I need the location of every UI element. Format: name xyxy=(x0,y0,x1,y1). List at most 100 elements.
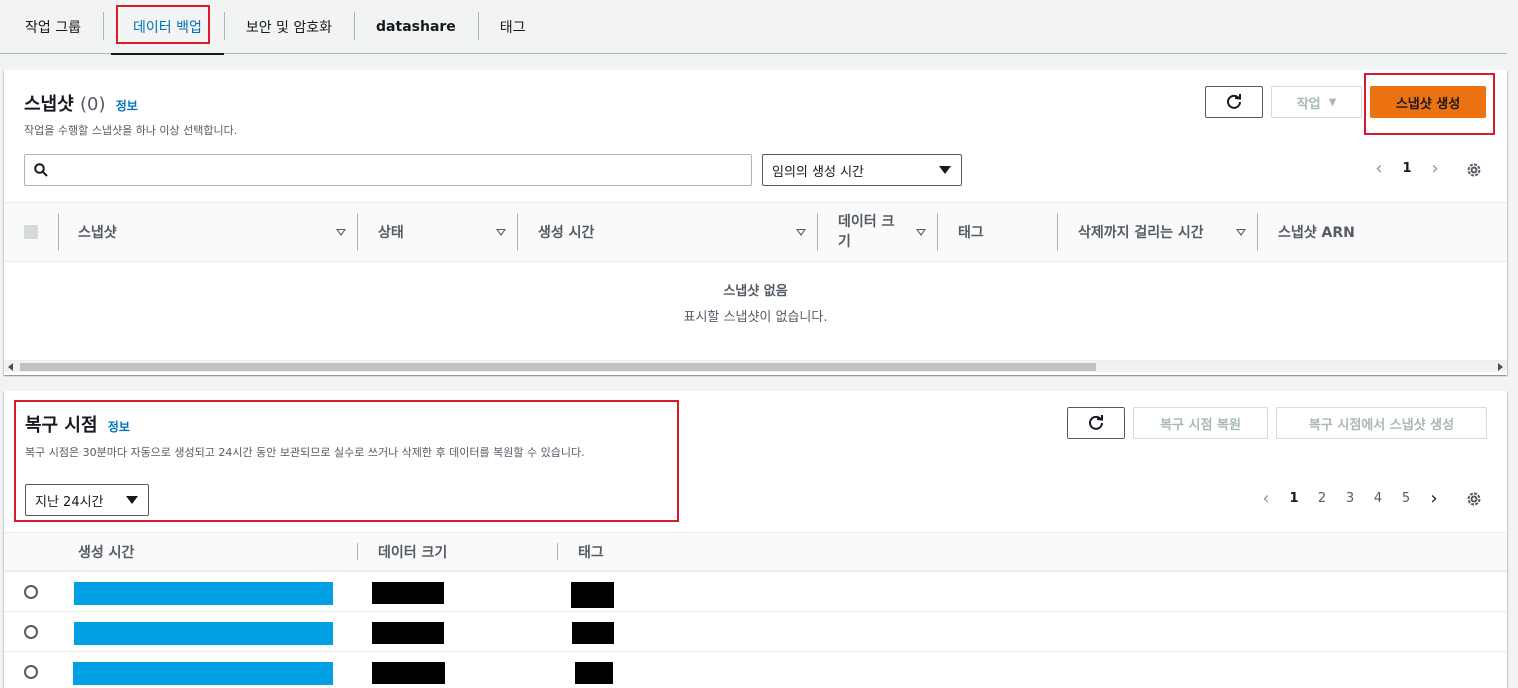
column-label: 스냅샷 xyxy=(78,225,117,241)
settings-gear-icon[interactable] xyxy=(1465,490,1483,508)
refresh-button[interactable] xyxy=(1205,86,1263,118)
scroll-right-icon[interactable] xyxy=(1498,363,1503,371)
column-tags: 태그 xyxy=(578,533,758,570)
redacted-creation-time xyxy=(73,662,333,685)
recovery-points-title: 복구 시점 정보 xyxy=(25,411,130,437)
select-value: 임의의 생성 시간 xyxy=(772,164,864,180)
page-number[interactable]: 1 xyxy=(1280,491,1308,506)
dropdown-arrow-icon xyxy=(126,496,138,504)
actions-label: 작업 xyxy=(1296,96,1321,112)
column-label: 데이터 크기 xyxy=(838,214,895,250)
settings-gear-icon[interactable] xyxy=(1465,161,1483,179)
snapshot-search-input[interactable] xyxy=(25,155,751,185)
empty-state-title: 스냅샷 없음 xyxy=(723,284,788,299)
column-time-to-deletion[interactable]: 삭제까지 걸리는 시간 xyxy=(1078,203,1258,261)
redacted-data-size xyxy=(372,582,444,604)
column-divider xyxy=(58,213,59,251)
table-row[interactable] xyxy=(4,651,1507,688)
snapshots-title: 스냅샷 (0) 정보 xyxy=(24,90,138,116)
column-status[interactable]: 상태 xyxy=(378,203,518,261)
tab-workgroups[interactable]: 작업 그룹 xyxy=(0,0,103,54)
column-label: 상태 xyxy=(378,225,404,241)
time-range-select[interactable]: 지난 24시간 xyxy=(25,484,149,516)
sort-icon xyxy=(1236,228,1246,236)
snapshot-count: (0) xyxy=(79,94,106,115)
empty-state-description: 표시할 스냅샷이 없습니다. xyxy=(683,310,828,325)
column-divider xyxy=(937,213,938,251)
column-label: 태그 xyxy=(578,544,604,561)
tab-security-encryption[interactable]: 보안 및 암호화 xyxy=(223,0,354,54)
recovery-points-panel: 복구 시점 정보 복구 시점은 30분마다 자동으로 생성되고 24시간 동안 … xyxy=(4,391,1507,688)
tab-tags[interactable]: 태그 xyxy=(477,0,548,54)
panel-title-text: 스냅샷 xyxy=(24,94,74,115)
column-divider xyxy=(357,213,358,251)
row-radio-button[interactable] xyxy=(24,665,38,679)
button-label: 복구 시점 복원 xyxy=(1160,417,1241,433)
create-snapshot-label: 스냅샷 생성 xyxy=(1395,96,1461,112)
create-snapshot-button[interactable]: 스냅샷 생성 xyxy=(1370,86,1486,118)
tab-bar: 작업 그룹 데이터 백업 보안 및 암호화 datashare 태그 xyxy=(0,0,1507,55)
dropdown-arrow-icon xyxy=(939,166,951,174)
restore-recovery-point-button[interactable]: 복구 시점 복원 xyxy=(1133,407,1268,439)
tab-datashare[interactable]: datashare xyxy=(354,0,478,54)
horizontal-scrollbar[interactable] xyxy=(4,360,1507,372)
column-label: 스냅샷 ARN xyxy=(1278,225,1355,241)
redacted-creation-time xyxy=(74,622,333,645)
column-divider xyxy=(1257,213,1258,251)
info-link[interactable]: 정보 xyxy=(108,420,130,434)
caret-down-icon: ▼ xyxy=(1328,96,1337,108)
row-radio-button[interactable] xyxy=(24,625,38,639)
snapshot-table-header: 스냅샷 상태 생성 시간 데이터 크기 태그 삭제까지 걸리는 시간 스냅샷 A… xyxy=(4,202,1507,262)
page-number[interactable]: 3 xyxy=(1336,491,1364,506)
snapshot-search-field[interactable] xyxy=(24,154,752,186)
next-page-icon[interactable]: › xyxy=(1420,488,1448,509)
tab-label: 작업 그룹 xyxy=(25,19,81,36)
scrollbar-thumb[interactable] xyxy=(20,363,1096,371)
button-label: 복구 시점에서 스냅샷 생성 xyxy=(1308,417,1455,433)
prev-page-icon[interactable]: ‹ xyxy=(1365,158,1393,179)
refresh-icon xyxy=(1089,415,1103,430)
sort-icon xyxy=(496,228,506,236)
tab-label: 태그 xyxy=(499,19,526,36)
refresh-icon xyxy=(1227,94,1241,109)
table-row[interactable] xyxy=(4,571,1507,611)
info-link[interactable]: 정보 xyxy=(116,99,138,113)
redacted-tags xyxy=(571,582,614,608)
creation-time-filter-select[interactable]: 임의의 생성 시간 xyxy=(762,154,962,186)
tab-label: 데이터 백업 xyxy=(132,19,202,36)
create-snapshot-from-recovery-point-button[interactable]: 복구 시점에서 스냅샷 생성 xyxy=(1276,407,1487,439)
column-divider xyxy=(517,213,518,251)
page-number[interactable]: 5 xyxy=(1392,491,1420,506)
refresh-button[interactable] xyxy=(1067,407,1125,439)
column-data-size: 데이터 크기 xyxy=(378,533,558,570)
column-creation-time[interactable]: 생성 시간 xyxy=(538,203,818,261)
page-number[interactable]: 1 xyxy=(1393,161,1421,176)
search-icon xyxy=(34,163,48,177)
page-number[interactable]: 4 xyxy=(1364,491,1392,506)
tab-data-backup[interactable]: 데이터 백업 xyxy=(102,0,224,55)
column-divider xyxy=(357,543,358,560)
panel-title-text: 복구 시점 xyxy=(25,415,98,436)
select-all-checkbox[interactable] xyxy=(24,225,38,239)
page-number[interactable]: 2 xyxy=(1308,491,1336,506)
actions-dropdown-button[interactable]: 작업 ▼ xyxy=(1271,86,1362,118)
column-label: 생성 시간 xyxy=(538,225,595,241)
column-divider xyxy=(817,213,818,251)
recovery-pagination: ‹ 1 2 3 4 5 › xyxy=(1252,488,1448,509)
column-label: 데이터 크기 xyxy=(378,544,448,561)
column-tags: 태그 xyxy=(958,203,1058,261)
snapshot-pagination: ‹ 1 › xyxy=(1365,158,1449,179)
sort-icon xyxy=(916,228,926,236)
column-snapshot[interactable]: 스냅샷 xyxy=(78,203,358,261)
table-row[interactable] xyxy=(4,611,1507,651)
scroll-left-icon[interactable] xyxy=(8,363,13,371)
next-page-icon[interactable]: › xyxy=(1421,158,1449,179)
prev-page-icon[interactable]: ‹ xyxy=(1252,488,1280,509)
redacted-creation-time xyxy=(74,582,333,605)
column-data-size[interactable]: 데이터 크기 xyxy=(838,203,938,261)
column-label: 태그 xyxy=(958,225,984,241)
column-divider xyxy=(1057,213,1058,251)
row-radio-button[interactable] xyxy=(24,585,38,599)
tab-label: 보안 및 암호화 xyxy=(245,19,333,36)
redacted-tags xyxy=(575,662,613,684)
